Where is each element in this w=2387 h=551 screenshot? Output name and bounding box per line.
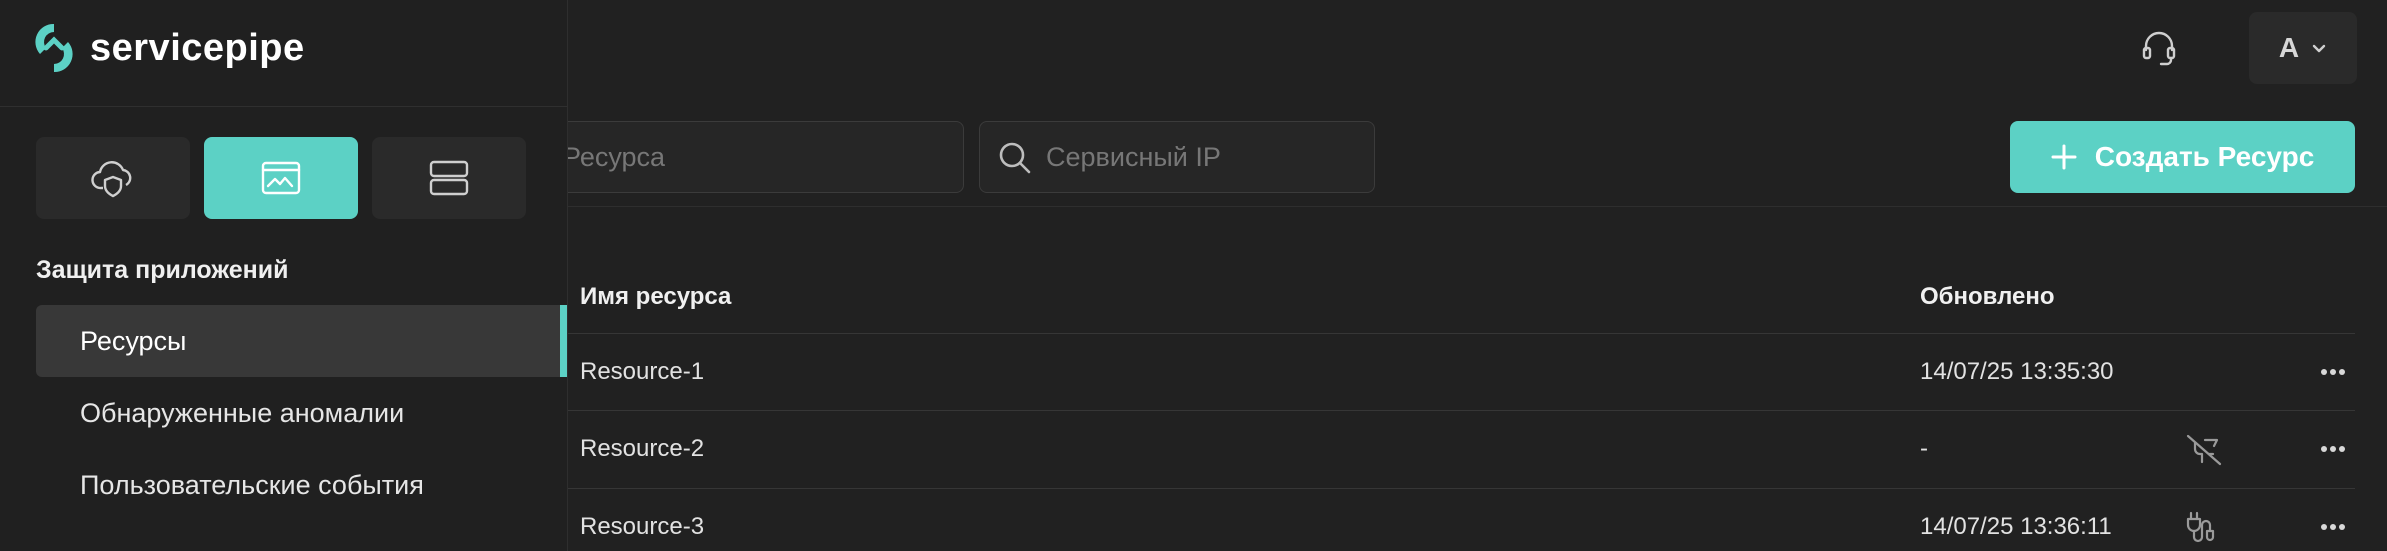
product-switch-ddos[interactable] — [36, 137, 190, 219]
web-window-icon — [261, 161, 301, 195]
updated-cell: 14/07/25 13:35:30 — [1920, 358, 2114, 385]
sidebar: servicepipe Защита приложений Ресурсы Об… — [0, 0, 568, 551]
create-resource-button[interactable]: Создать Ресурс — [2010, 121, 2355, 193]
plug-icon — [2186, 511, 2215, 543]
sidebar-item-label: Пользовательские события — [80, 469, 424, 500]
sidebar-item-label: Ресурсы — [80, 325, 187, 356]
sidebar-item-label: Обнаруженные аномалии — [80, 397, 405, 428]
product-switch-servers[interactable] — [372, 137, 526, 219]
updated-cell: 14/07/25 13:36:11 — [1920, 513, 2112, 540]
headset-icon — [2142, 31, 2176, 66]
search-icon — [999, 142, 1031, 174]
support-button[interactable] — [2131, 12, 2187, 84]
server-icon — [429, 160, 469, 196]
plus-icon — [2051, 144, 2077, 170]
brand-name: servicepipe — [90, 26, 305, 69]
resource-name-cell: Resource-1 — [580, 358, 705, 385]
more-horizontal-icon — [2321, 524, 2345, 530]
resource-search-input[interactable] — [516, 121, 964, 193]
resources-table: Имя ресурса Обновлено Resource-1 14/07/2… — [560, 260, 2355, 551]
more-horizontal-icon — [2321, 369, 2345, 375]
account-menu-button[interactable]: A — [2249, 12, 2357, 84]
more-horizontal-icon — [2321, 446, 2345, 452]
row-actions-button[interactable] — [2315, 435, 2351, 463]
app-root: A Создать Ресурс Имя ресурса Обновлено R… — [0, 0, 2387, 551]
disconnected-plug-icon — [2186, 434, 2222, 466]
chevron-down-icon — [2312, 44, 2326, 53]
sidebar-divider — [0, 106, 568, 107]
table-row[interactable]: Resource-3 14/07/25 13:36:11 — [560, 489, 2355, 551]
service-ip-search-input[interactable] — [979, 121, 1375, 193]
table-row[interactable]: Resource-1 14/07/25 13:35:30 — [560, 334, 2355, 411]
sidebar-section-title: Защита приложений — [36, 256, 289, 284]
resource-name-cell: Resource-2 — [580, 435, 705, 462]
column-header-updated[interactable]: Обновлено — [1920, 283, 2055, 311]
table-header-row: Имя ресурса Обновлено — [560, 260, 2355, 334]
servicepipe-logo-icon — [35, 23, 73, 73]
account-initial: A — [2278, 32, 2300, 63]
sidebar-item-anomalies[interactable]: Обнаруженные аномалии — [36, 377, 567, 449]
sidebar-item-resources[interactable]: Ресурсы — [36, 305, 567, 377]
product-switch-app-protection[interactable] — [204, 137, 358, 219]
brand[interactable]: servicepipe — [32, 20, 305, 76]
create-resource-label: Создать Ресурс — [2094, 141, 2315, 172]
cloud-shield-icon — [91, 161, 132, 198]
sidebar-active-indicator — [560, 305, 567, 377]
column-header-name[interactable]: Имя ресурса — [580, 283, 731, 311]
row-actions-button[interactable] — [2315, 513, 2351, 541]
table-row[interactable]: Resource-2 - — [560, 411, 2355, 489]
sidebar-item-user-events[interactable]: Пользовательские события — [36, 449, 567, 521]
toolbar-divider — [560, 206, 2387, 207]
row-actions-button[interactable] — [2315, 358, 2351, 386]
resource-name-cell: Resource-3 — [580, 513, 705, 540]
updated-cell: - — [1920, 435, 1928, 462]
header-actions: A — [2131, 12, 2357, 84]
